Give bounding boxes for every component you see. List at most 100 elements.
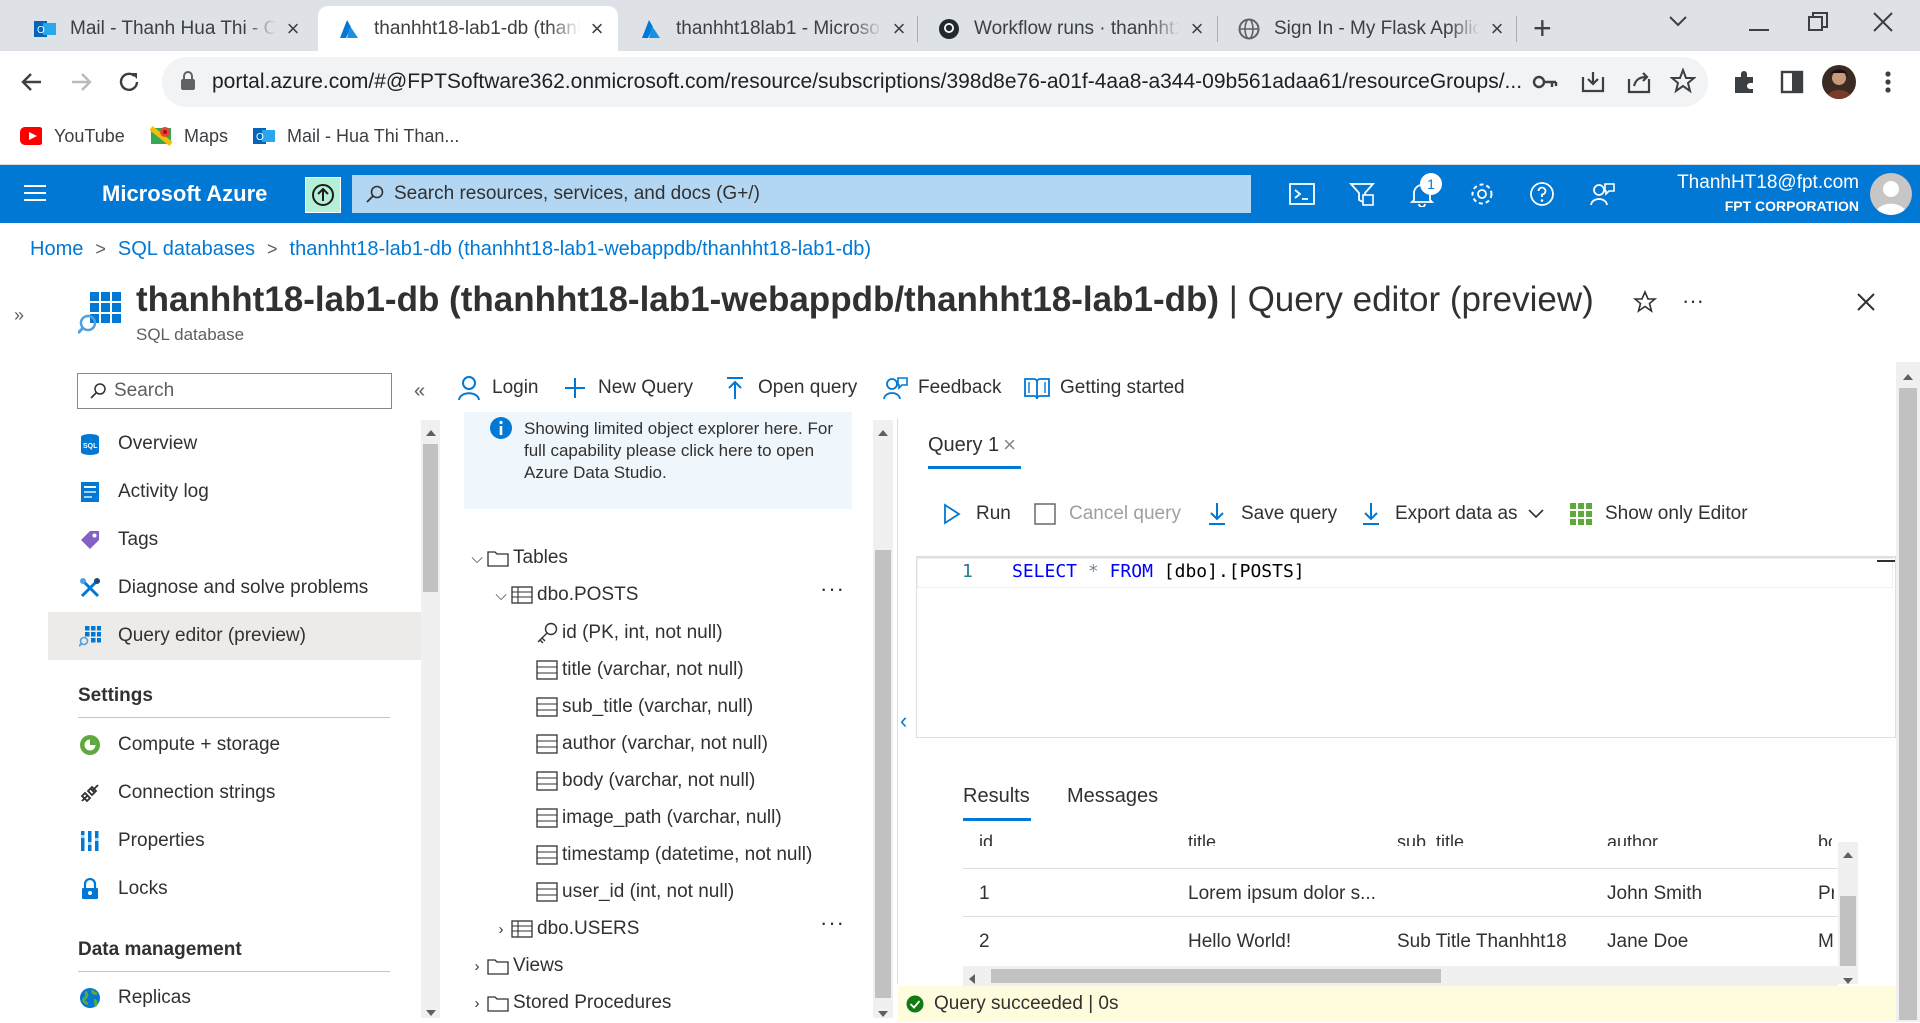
cell-id[interactable]: 1 xyxy=(979,883,990,905)
more-vert-icon[interactable] xyxy=(1872,66,1904,98)
nav-connection-strings[interactable]: Connection strings xyxy=(48,769,421,817)
close-blade-icon[interactable] xyxy=(1856,292,1876,317)
menu-scroll-thumb[interactable] xyxy=(423,444,438,592)
scroll-up-icon[interactable] xyxy=(878,424,888,442)
export-data-button[interactable]: Export data as xyxy=(1359,502,1544,526)
cell-title[interactable]: Lorem ipsum dolor s... xyxy=(1188,883,1376,905)
scroll-down-icon[interactable] xyxy=(878,1005,888,1023)
bookmark-youtube[interactable]: YouTube xyxy=(20,125,125,147)
new-query-button[interactable]: New Query xyxy=(562,375,693,401)
browser-tab-azure-lab1[interactable]: thanhht18lab1 - Microsoft Azure × xyxy=(620,6,920,51)
cancel-query-button[interactable]: Cancel query xyxy=(1033,502,1181,526)
azure-search-input[interactable]: Search resources, services, and docs (G+… xyxy=(352,175,1251,213)
column-header-body[interactable]: body xyxy=(1818,832,1832,846)
results-vertical-scrollbar[interactable] xyxy=(1838,842,1858,984)
scroll-up-icon[interactable] xyxy=(1843,846,1853,864)
cell-author[interactable]: Jane Doe xyxy=(1607,931,1688,953)
address-bar[interactable]: portal.azure.com/#@FPTSoftware362.onmicr… xyxy=(162,57,1708,107)
close-icon[interactable]: × xyxy=(282,17,304,40)
user-email[interactable]: ThanhHT18@fpt.com xyxy=(1620,172,1859,194)
share-icon[interactable] xyxy=(1626,69,1652,100)
directory-filter-icon[interactable] xyxy=(1346,178,1378,210)
column-header-author[interactable]: author xyxy=(1607,832,1658,846)
close-icon[interactable]: × xyxy=(888,17,910,40)
nav-activity-log[interactable]: Activity log xyxy=(48,468,421,516)
hamburger-menu-icon[interactable] xyxy=(24,184,46,207)
cell-body[interactable]: M xyxy=(1818,931,1834,953)
bookmark-maps[interactable]: Maps xyxy=(150,125,228,147)
getting-started-button[interactable]: Getting started xyxy=(1024,375,1185,401)
install-app-icon[interactable] xyxy=(1580,69,1606,100)
cell-sub-title[interactable]: Sub Title Thanhht18 xyxy=(1397,931,1567,953)
explorer-scroll-thumb[interactable] xyxy=(875,550,891,998)
tree-column[interactable]: timestamp (datetime, not null) xyxy=(536,844,812,866)
cell-body[interactable]: Pr xyxy=(1818,883,1834,905)
close-icon[interactable]: × xyxy=(1486,17,1508,40)
bookmark-mail[interactable]: O Mail - Hua Thi Than... xyxy=(253,125,459,147)
restore-icon[interactable] xyxy=(1808,12,1828,37)
tab-results[interactable]: Results xyxy=(963,785,1030,808)
page-scrollbar[interactable] xyxy=(1896,362,1920,1022)
tree-column[interactable]: author (varchar, not null) xyxy=(536,733,768,755)
results-hscroll-thumb[interactable] xyxy=(991,969,1441,983)
nav-overview[interactable]: SQL Overview xyxy=(48,420,421,468)
nav-tags[interactable]: Tags xyxy=(48,516,421,564)
cloud-shell-icon[interactable] xyxy=(1286,178,1318,210)
save-query-button[interactable]: Save query xyxy=(1205,502,1337,526)
feedback-icon[interactable] xyxy=(1586,178,1618,210)
bookmark-star-icon[interactable] xyxy=(1669,67,1697,99)
column-header-title[interactable]: title xyxy=(1188,832,1216,846)
cell-title[interactable]: Hello World! xyxy=(1188,931,1291,953)
minimize-icon[interactable] xyxy=(1749,20,1769,38)
show-only-editor-button[interactable]: Show only Editor xyxy=(1569,502,1748,526)
key-icon[interactable] xyxy=(1532,70,1558,99)
nav-compute-storage[interactable]: Compute + storage xyxy=(48,721,421,769)
nav-query-editor[interactable]: Query editor (preview) xyxy=(48,612,421,660)
new-tab-button[interactable]: + xyxy=(1533,10,1552,47)
tree-node-users[interactable]: › dbo.USERS xyxy=(491,918,640,940)
tree-column[interactable]: title (varchar, not null) xyxy=(536,659,744,681)
forward-icon[interactable] xyxy=(65,66,97,98)
menu-search-input[interactable]: Search xyxy=(77,373,392,409)
posts-more-icon[interactable]: ··· xyxy=(820,576,845,602)
results-horizontal-scrollbar[interactable] xyxy=(963,966,1838,986)
breadcrumb-database[interactable]: thanhht18-lab1-db (thanhht18-lab1-webapp… xyxy=(290,238,872,261)
azure-brand[interactable]: Microsoft Azure xyxy=(102,181,267,207)
sql-code-line[interactable]: SELECT * FROM [dbo].[POSTS] xyxy=(1012,561,1305,582)
tree-column[interactable]: image_path (varchar, null) xyxy=(536,807,782,829)
close-icon[interactable]: × xyxy=(586,17,608,40)
users-more-icon[interactable]: ··· xyxy=(820,910,845,936)
feedback-button[interactable]: Feedback xyxy=(882,375,1001,401)
breadcrumb-home[interactable]: Home xyxy=(30,238,83,261)
close-tab-icon[interactable]: × xyxy=(1003,432,1016,458)
open-query-button[interactable]: Open query xyxy=(722,375,857,401)
extensions-icon[interactable] xyxy=(1728,66,1760,98)
settings-gear-icon[interactable] xyxy=(1466,178,1498,210)
collapse-menu-icon[interactable]: « xyxy=(414,380,425,403)
browser-tab-mail[interactable]: O Mail - Thanh Hua Thi - Outlook × xyxy=(14,6,314,51)
close-icon[interactable]: × xyxy=(1186,17,1208,40)
back-icon[interactable] xyxy=(16,66,48,98)
column-header-sub-title[interactable]: sub_title xyxy=(1397,832,1464,846)
breadcrumb-sql-databases[interactable]: SQL databases xyxy=(118,238,255,261)
expand-sidebar-icon[interactable]: » xyxy=(14,305,24,326)
favorite-star-icon[interactable] xyxy=(1632,289,1658,319)
scroll-up-icon[interactable] xyxy=(1903,368,1913,386)
help-icon[interactable] xyxy=(1526,178,1558,210)
results-scroll-thumb[interactable] xyxy=(1840,896,1856,966)
upgrade-icon[interactable] xyxy=(305,177,341,213)
more-options-icon[interactable]: ··· xyxy=(1682,288,1704,314)
object-explorer-info-banner[interactable]: Showing limited object explorer here. Fo… xyxy=(464,412,852,509)
tree-column[interactable]: sub_title (varchar, null) xyxy=(536,696,753,718)
tree-node-stored-procedures[interactable]: › Stored Procedures xyxy=(467,992,672,1014)
tree-column[interactable]: body (varchar, not null) xyxy=(536,770,755,792)
tree-column[interactable]: user_id (int, not null) xyxy=(536,881,734,903)
column-header-id[interactable]: id xyxy=(979,832,993,846)
nav-properties[interactable]: Properties xyxy=(48,817,421,865)
run-button[interactable]: Run xyxy=(940,502,1011,526)
scroll-up-icon[interactable] xyxy=(426,424,436,442)
nav-diagnose[interactable]: Diagnose and solve problems xyxy=(48,564,421,612)
tree-node-views[interactable]: › Views xyxy=(467,955,564,977)
tree-node-tables[interactable]: ⌵ Tables xyxy=(467,547,568,569)
menu-scrollbar[interactable] xyxy=(421,420,440,1018)
